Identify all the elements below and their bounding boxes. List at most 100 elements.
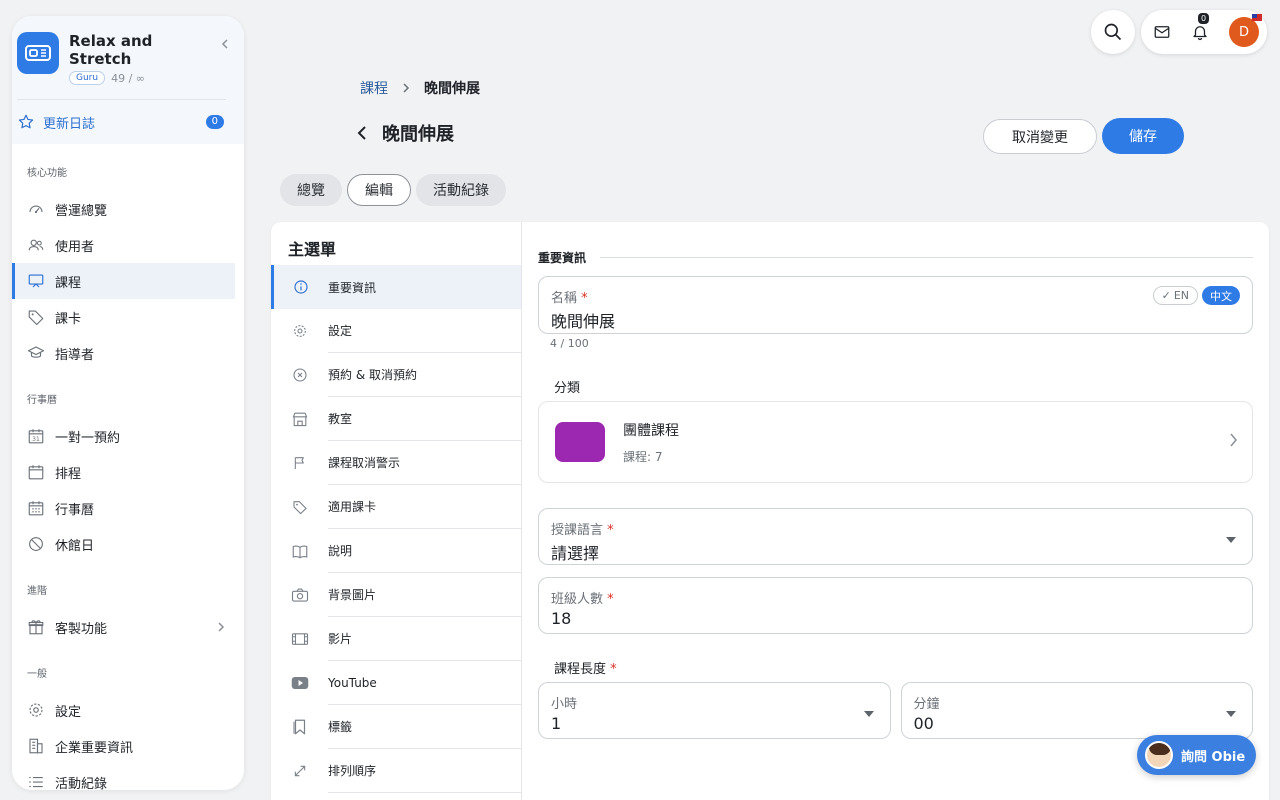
tab-overview[interactable]: 總覽 [280,174,342,206]
sidebar-item-courses[interactable]: 課程 [12,263,235,299]
ban-icon [29,537,43,551]
calendar-31-icon: 31 [28,429,44,444]
building-icon [29,738,43,754]
sidebar-item-company-info[interactable]: 企業重要資訊 [12,728,235,764]
required-asterisk: * [581,291,588,306]
sidebar-item-label: 設定 [55,704,82,720]
page-title-row: 晚間伸展 [356,120,454,146]
sidebar-item-instructors[interactable]: 指導者 [12,335,235,371]
sidebar-item-label: 課卡 [55,311,82,327]
sidebar-item-custom-features[interactable]: 客製功能 [12,609,235,645]
duration-minutes-select[interactable]: 分鐘 00 [900,682,1253,739]
svg-text:31: 31 [32,436,40,443]
breadcrumb-parent-link[interactable]: 課程 [360,78,388,98]
list-icon [29,776,43,788]
search-button[interactable] [1091,10,1135,54]
language-toggle: ✓ EN 中文 [1152,286,1240,305]
menu-item-booking[interactable]: 預約 & 取消預約 [271,353,521,397]
ask-obie-button[interactable]: 詢問 Obie [1137,735,1256,775]
sidebar-item-calendar[interactable]: 行事曆 [12,490,235,526]
changelog-link[interactable]: 更新日誌 0 [17,100,226,144]
tag-icon [28,310,44,326]
sidebar-item-activity-log[interactable]: 活動紀錄 [12,764,235,790]
menu-item-applicable-cards[interactable]: 適用課卡 [271,485,521,529]
tab-edit[interactable]: 編輯 [347,174,411,206]
capacity-value: 18 [551,609,572,628]
class-size-field[interactable]: 班級人數 * 18 [538,577,1253,634]
nav-group-advanced: 進階 客製功能 [12,582,244,645]
duration-hours-select[interactable]: 小時 1 [538,682,891,739]
nav-group-label: 行事曆 [27,395,57,406]
book-icon [292,545,307,559]
category-card[interactable]: 團體課程 課程: 7 [538,401,1253,483]
menu-item-cancel-alert[interactable]: 課程取消警示 [271,441,521,485]
camera-icon [291,588,308,602]
menu-item-sort-order[interactable]: 排列順序 [271,749,521,793]
menu-item-classroom[interactable]: 教室 [271,397,521,441]
tab-activity-log[interactable]: 活動紀錄 [416,174,506,206]
menu-item-label: 設定 [328,309,521,353]
lang-en-label: EN [1173,289,1189,302]
nav-group-calendar: 行事曆 31 一對一預約 排程 行事曆 休館日 [12,391,244,562]
menu-item-tags[interactable]: 標籤 [271,705,521,749]
resize-arrows-icon [294,765,305,777]
teaching-language-select[interactable]: 授課語言 * 請選擇 [538,508,1253,565]
back-arrow-icon[interactable] [356,125,368,141]
assistant-avatar [1145,741,1173,769]
name-field[interactable]: 名稱 * 晚間伸展 ✓ EN 中文 [538,276,1253,334]
calendar-icon [28,465,44,480]
capacity-label: 班級人數 * [551,588,614,607]
nav-group-label: 一般 [27,669,47,680]
dashboard-icon [29,205,43,214]
menu-item-description[interactable]: 說明 [271,529,521,573]
avatar[interactable]: D [1229,14,1262,47]
menu-item-label: 重要資訊 [328,280,377,295]
category-color-swatch [555,422,605,462]
sidebar-item-schedule[interactable]: 排程 [12,454,235,490]
breadcrumb-current: 晚間伸展 [424,81,480,97]
name-label-text: 名稱 [551,291,578,306]
required-asterisk: * [610,662,617,677]
lang-zh-button[interactable]: 中文 [1202,286,1240,305]
hours-value: 1 [551,714,562,733]
breadcrumb: 課程 晚間伸展 [360,78,480,98]
flag-icon [294,457,304,469]
menu-item-video[interactable]: 影片 [271,617,521,661]
nav-group-label: 進階 [27,586,47,597]
bell-icon [1193,26,1207,41]
star-icon [18,114,34,129]
menu-item-key-info[interactable]: 重要資訊 [271,265,521,309]
sidebar-item-dashboard[interactable]: 營運總覽 [12,191,235,227]
sidebar-item-cards[interactable]: 課卡 [12,299,235,335]
required-asterisk: * [607,592,614,607]
language-label: 授課語言 * [551,519,614,538]
menu-item-youtube[interactable]: YouTube [271,661,521,705]
sidebar-item-closures[interactable]: 休館日 [12,526,235,562]
save-button[interactable]: 儲存 [1102,118,1184,154]
bookmark-icon [292,719,305,735]
menu-item-background-image[interactable]: 背景圖片 [271,573,521,617]
sidebar-item-one-on-one[interactable]: 31 一對一預約 [12,418,235,454]
cancel-changes-button[interactable]: 取消變更 [983,119,1097,154]
sidebar-item-users[interactable]: 使用者 [12,227,235,263]
language-value: 請選擇 [551,544,600,563]
lang-en-button[interactable]: ✓ EN [1152,286,1198,305]
sidebar-item-settings[interactable]: 設定 [12,692,235,728]
quota-text: 49 / ∞ [111,71,145,85]
minutes-value: 00 [913,714,934,733]
check-icon: ✓ [1161,289,1171,302]
mail-button[interactable] [1153,23,1171,41]
menu-item-label: 排列順序 [328,749,521,793]
notifications-button[interactable]: 0 [1191,13,1210,41]
avatar-initial: D [1238,24,1249,40]
cancel-circle-icon [292,368,307,382]
menu-item-settings[interactable]: 設定 [271,309,521,353]
nav-group-label: 核心功能 [27,168,67,179]
brand-logo[interactable] [17,32,59,74]
caret-down-icon [1226,711,1236,717]
section-title: 重要資訊 [538,250,587,265]
caret-down-icon [1226,537,1236,543]
users-icon [28,239,44,251]
sidebar-item-label: 指導者 [55,347,95,363]
collapse-sidebar-icon[interactable] [220,38,230,50]
